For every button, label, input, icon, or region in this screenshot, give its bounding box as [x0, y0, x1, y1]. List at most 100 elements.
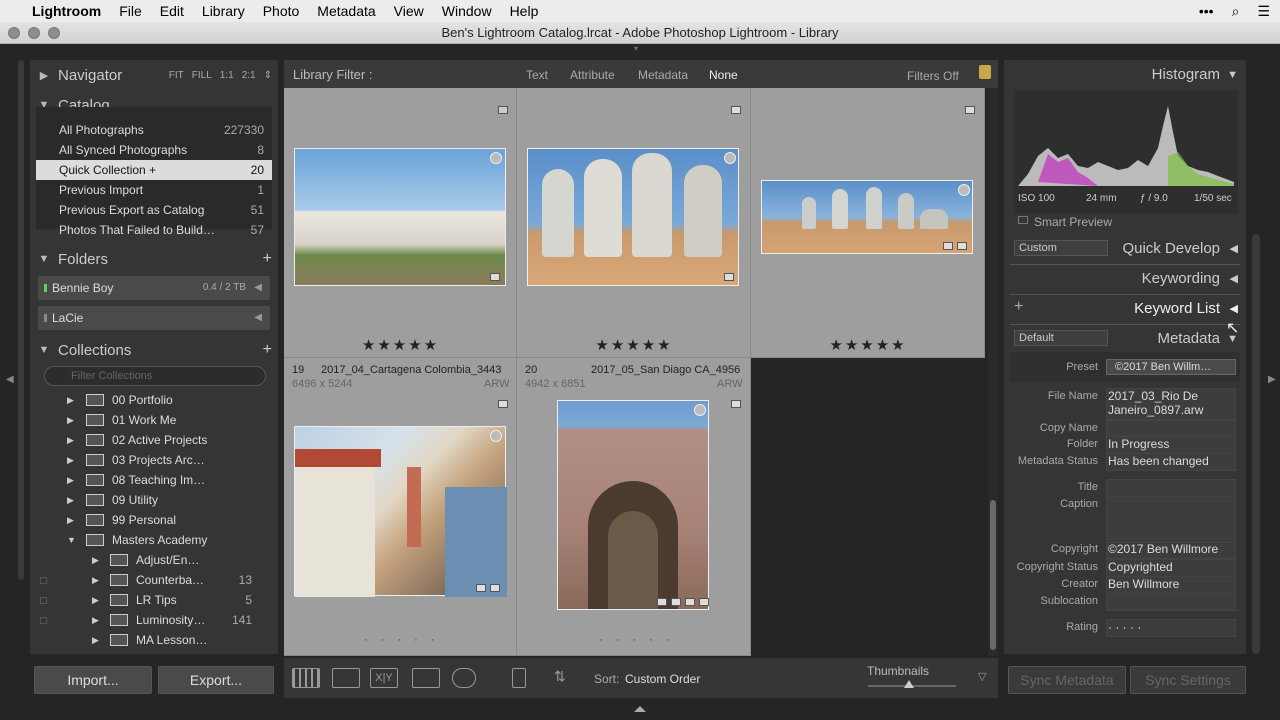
collapsed-triangle-icon[interactable]: ▶ — [92, 570, 99, 590]
menu-view[interactable]: View — [385, 3, 433, 19]
right-panel-toggle-icon[interactable]: ▶ — [1268, 374, 1276, 385]
grid-view-icon[interactable] — [292, 668, 320, 688]
catalog-item-failed-build[interactable]: Photos That Failed to Build… 57 — [36, 220, 272, 240]
filter-attribute-tab[interactable]: Attribute — [570, 68, 615, 82]
catalog-item-previous-export[interactable]: Previous Export as Catalog 51 — [36, 200, 272, 220]
star-rating[interactable]: ★★★★★ — [751, 336, 985, 354]
painter-icon[interactable] — [512, 668, 526, 688]
filter-metadata-tab[interactable]: Metadata — [638, 68, 688, 82]
collapsed-triangle-icon[interactable]: ▶ — [67, 430, 74, 450]
unrated-dots[interactable]: · · · · · — [364, 634, 440, 646]
left-panel-scrollbar[interactable] — [18, 60, 24, 580]
thumbnail-slider-handle[interactable] — [904, 680, 914, 688]
histogram-graph[interactable] — [1018, 96, 1234, 186]
menu-photo[interactable]: Photo — [254, 3, 309, 19]
photo-thumbnail[interactable] — [761, 180, 973, 254]
loupe-view-icon[interactable] — [332, 668, 360, 688]
grid-cell[interactable]: ★★★★★ — [517, 88, 751, 358]
folders-header[interactable]: ▼ Folders + — [30, 246, 278, 272]
navigator-header[interactable]: ▶ Navigator FIT FILL 1:1 2:1 ⇕ — [30, 62, 278, 88]
unrated-dots[interactable]: · · · · · — [599, 634, 675, 646]
menu-metadata[interactable]: Metadata — [308, 3, 384, 19]
collection-checkbox[interactable] — [40, 577, 47, 584]
metadata-header[interactable]: Metadata ▼ — [1004, 326, 1246, 352]
photo-thumbnail[interactable] — [557, 400, 709, 610]
quick-collection-marker-icon[interactable] — [694, 404, 706, 416]
add-collection-icon[interactable]: + — [263, 341, 272, 359]
zoom-fill[interactable]: FILL — [192, 70, 212, 81]
filter-lock-icon[interactable] — [979, 65, 991, 79]
filter-text-tab[interactable]: Text — [526, 68, 548, 82]
menu-edit[interactable]: Edit — [151, 3, 193, 19]
metadata-field-input[interactable] — [1106, 496, 1236, 540]
collapsed-triangle-icon[interactable]: ▶ — [67, 450, 74, 470]
collapsed-triangle-icon[interactable]: ▶ — [92, 550, 99, 570]
minimize-window-button[interactable] — [28, 27, 40, 39]
collapsed-triangle-icon[interactable]: ▶ — [67, 410, 74, 430]
grid-scroll-thumb[interactable] — [990, 500, 996, 650]
collection-item[interactable]: ▶ 01 Work Me — [30, 410, 270, 430]
collection-item[interactable]: ▶ 09 Utility — [30, 490, 270, 510]
collapsed-triangle-icon[interactable]: ▶ — [92, 610, 99, 630]
zoom-fit[interactable]: FIT — [169, 70, 184, 81]
collapsed-triangle-icon[interactable]: ▶ — [92, 590, 99, 610]
collection-item[interactable]: ▼ Masters Academy — [30, 530, 270, 550]
export-button[interactable]: Export... — [158, 666, 274, 694]
folder-arrow-icon[interactable]: ◀ — [254, 276, 262, 300]
top-panel-toggle-icon[interactable]: ▾ — [634, 44, 638, 53]
collection-checkbox[interactable] — [40, 597, 47, 604]
collection-item[interactable]: ▶ MA Lesson… — [30, 630, 270, 650]
search-icon[interactable]: ⌕ — [1232, 3, 1240, 20]
app-menu[interactable]: Lightroom — [24, 3, 110, 19]
folder-item-lacie[interactable]: LaCie ◀ — [38, 306, 270, 330]
zoom-1-1[interactable]: 1:1 — [220, 70, 234, 81]
star-rating[interactable]: ★★★★★ — [517, 336, 751, 354]
collapsed-triangle-icon[interactable]: ▶ — [67, 510, 74, 530]
photo-thumbnail[interactable] — [294, 426, 507, 597]
grid-cell[interactable]: 20 2017_05_San Diago CA_4956 4942 x 6851… — [517, 358, 751, 656]
collapsed-triangle-icon[interactable]: ▶ — [92, 630, 99, 650]
sort-dropdown[interactable]: Custom Order — [625, 672, 700, 686]
catalog-item-all-synced[interactable]: All Synced Photographs 8 — [36, 140, 272, 160]
menu-library[interactable]: Library — [193, 3, 254, 19]
menu-window[interactable]: Window — [433, 3, 501, 19]
quick-collection-marker-icon[interactable] — [490, 152, 502, 164]
survey-view-icon[interactable] — [412, 668, 440, 688]
folder-item-bennie-boy[interactable]: Bennie Boy 0.4 / 2 TB ◀ — [38, 276, 270, 300]
keyword-list-header[interactable]: Keyword List ◀ — [1004, 296, 1246, 322]
sync-metadata-button[interactable]: Sync Metadata — [1008, 666, 1126, 694]
folder-arrow-icon[interactable]: ◀ — [254, 306, 262, 330]
photo-thumbnail[interactable] — [294, 148, 506, 286]
compare-view-icon[interactable]: X|Y — [370, 668, 398, 688]
collections-header[interactable]: ▼ Collections + — [30, 337, 278, 363]
collection-item[interactable]: ▶ 02 Active Projects — [30, 430, 270, 450]
collection-item[interactable]: ▶ Adjust/En… — [30, 550, 270, 570]
grid-cell[interactable]: 19 2017_04_Cartagena Colombia_3443 6496 … — [284, 358, 517, 656]
collapsed-triangle-icon[interactable]: ▶ — [67, 390, 74, 410]
catalog-item-previous-import[interactable]: Previous Import 1 — [36, 180, 272, 200]
toolbar-options-icon[interactable]: ▽ — [978, 670, 986, 683]
collection-item[interactable]: ▶ Luminosity… 141 — [30, 610, 270, 630]
more-icon[interactable]: ••• — [1199, 3, 1214, 19]
menu-help[interactable]: Help — [501, 3, 548, 19]
keywording-header[interactable]: Keywording ◀ — [1004, 266, 1246, 292]
metadata-field-input[interactable] — [1106, 593, 1236, 611]
collection-item[interactable]: ▶ LR Tips 5 — [30, 590, 270, 610]
add-folder-icon[interactable]: + — [263, 250, 272, 268]
collection-item[interactable]: ▶ 03 Projects Arc… — [30, 450, 270, 470]
menu-file[interactable]: File — [110, 3, 151, 19]
histogram-header[interactable]: Histogram ▼ — [1004, 62, 1246, 88]
collection-item[interactable]: ▶ 08 Teaching Im… — [30, 470, 270, 490]
menu-list-icon[interactable]: ☰ — [1257, 3, 1270, 20]
right-panel-scrollbar[interactable] — [1252, 234, 1260, 654]
quick-collection-marker-icon[interactable] — [490, 430, 502, 442]
filter-presets-dropdown[interactable]: Filters Off — [907, 69, 959, 83]
import-button[interactable]: Import... — [34, 666, 152, 694]
quick-collection-marker-icon[interactable] — [724, 152, 736, 164]
filter-none-tab[interactable]: None — [709, 68, 738, 82]
catalog-item-all-photographs[interactable]: All Photographs 227330 — [36, 120, 272, 140]
collection-search-input[interactable]: Filter Collections — [44, 366, 266, 386]
collapsed-triangle-icon[interactable]: ▶ — [67, 470, 74, 490]
metadata-field-input[interactable] — [1106, 479, 1236, 497]
filmstrip-toggle-icon[interactable] — [634, 706, 646, 712]
